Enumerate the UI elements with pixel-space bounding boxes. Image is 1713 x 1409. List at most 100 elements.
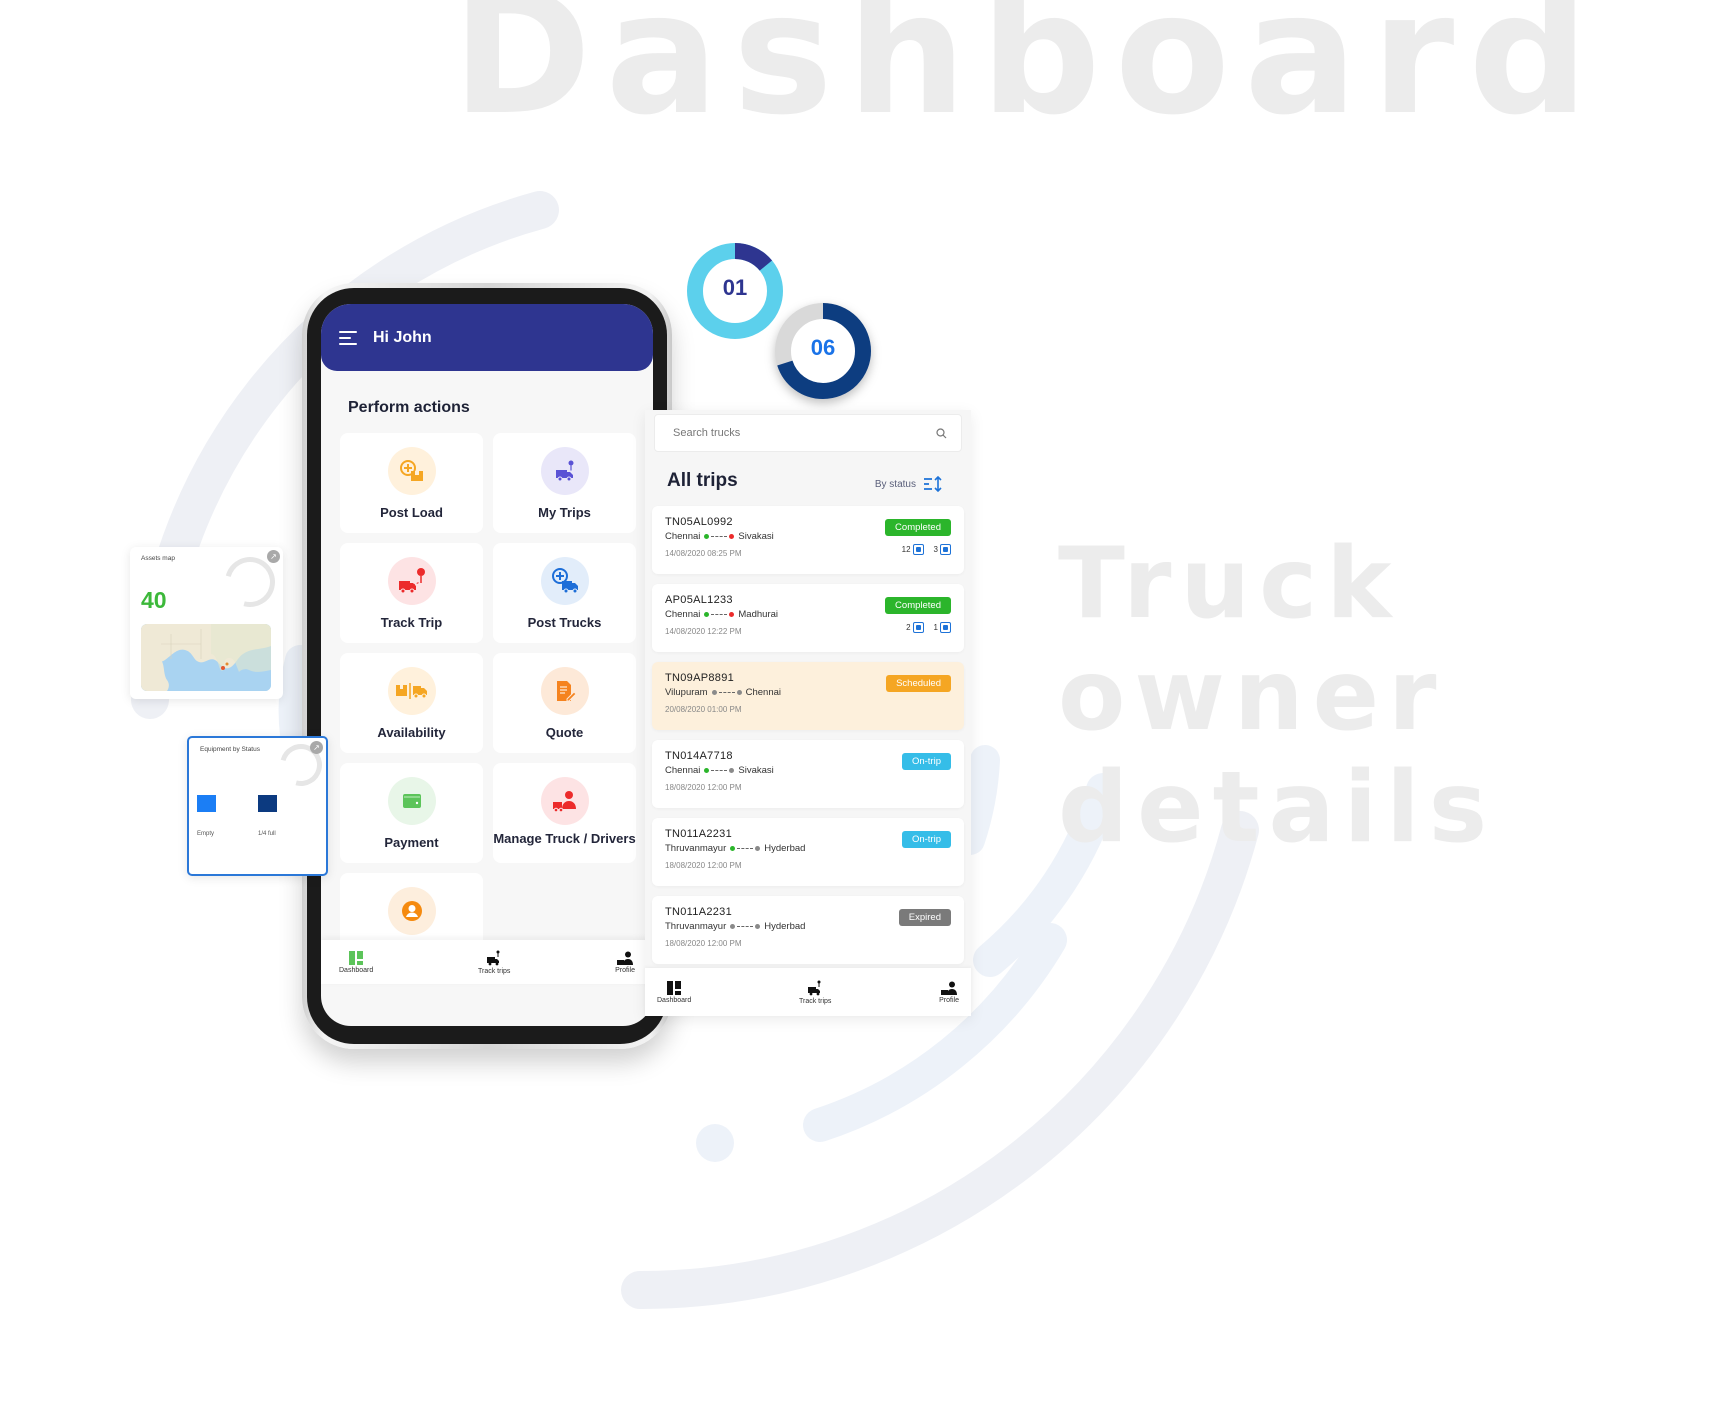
route-line <box>737 848 754 849</box>
action-label: Post Trucks <box>527 615 602 630</box>
nav-label: Dashboard <box>657 996 692 1004</box>
my-trips-icon <box>540 447 589 495</box>
trip-row[interactable]: TN011A2231 Thruvanmayur Hyderbad 18/08/2020… <box>652 818 964 886</box>
count-value: 2 <box>906 623 911 632</box>
trip-datetime: 18/08/2020 12:00 PM <box>665 861 742 870</box>
route-line <box>711 614 728 615</box>
card-title: Assets map <box>141 555 175 562</box>
status-badge: Completed <box>885 519 951 536</box>
legend-swatch-quarter-full <box>258 795 277 812</box>
background-subtitle: Truck owner details <box>1058 527 1497 865</box>
trip-row[interactable]: TN05AL0992 Chennai Sivakasi 14/08/2020 08:2… <box>652 506 964 574</box>
payment-icon <box>387 777 436 825</box>
nav-label: Dashboard <box>339 966 374 974</box>
profile-icon <box>387 887 436 935</box>
action-label: Availability <box>377 725 446 740</box>
nav-label: Track trips <box>477 967 511 975</box>
action-payment[interactable]: Payment <box>340 763 483 863</box>
route-to: Chennai <box>745 687 781 698</box>
donut-chart-01: 01 <box>685 241 785 341</box>
dashboard-icon <box>349 950 364 965</box>
decor-arc-small-right <box>955 745 1000 855</box>
route-to: Hyderbad <box>764 843 806 854</box>
quote-icon <box>540 667 589 715</box>
status-badge: On-trip <box>901 831 951 848</box>
action-post-load[interactable]: Post Load <box>340 433 483 533</box>
route-to: Hyderbad <box>764 921 806 932</box>
nav-label: Track trips <box>798 997 832 1005</box>
legend-label: 1/4 full <box>258 831 276 837</box>
route-to: Sivakasi <box>738 531 774 542</box>
trip-row[interactable]: TN011A2231 Thruvanmayur Hyderbad 18/08/2020… <box>652 896 964 964</box>
section-title: Perform actions <box>348 399 470 416</box>
route-from: Thruvanmayur <box>665 843 727 854</box>
action-my-trips[interactable]: My Trips <box>493 433 636 533</box>
trip-row[interactable]: TN014A7718 Chennai Sivakasi 18/08/2020 12:0… <box>652 740 964 808</box>
action-label: Manage Truck / Drivers <box>493 831 636 846</box>
sort-label: By status <box>874 478 916 490</box>
nav-label: Profile <box>615 966 635 974</box>
download-box-icon <box>940 544 951 555</box>
sort-by-status[interactable]: By status <box>875 476 943 492</box>
search-icon[interactable] <box>936 427 947 439</box>
equipment-status-card[interactable]: Equipment by Status ↗ Empty 1/4 full <box>187 736 330 876</box>
download-box-icon <box>912 622 924 633</box>
route-line <box>711 536 728 537</box>
world-map-thumbnail[interactable] <box>141 624 271 691</box>
hamburger-menu-icon[interactable] <box>339 330 357 345</box>
trips-panel: All trips By status TN05AL0992ChennaiSiv… <box>645 410 971 1016</box>
dashboard-icon <box>667 980 682 995</box>
search-input[interactable] <box>673 427 913 439</box>
manage-truck-drivers-icon <box>540 777 589 825</box>
action-post-trucks[interactable]: Post Trucks <box>493 543 636 643</box>
route-from: Thruvanmayur <box>665 921 727 932</box>
origin-dot-icon <box>730 924 736 929</box>
action-quote[interactable]: Quote <box>493 653 636 753</box>
nav-dashboard[interactable]: Dashboard <box>339 950 374 974</box>
profile-nav-icon <box>617 951 634 965</box>
trip-counts: 12 3 <box>902 544 951 555</box>
nav-profile[interactable]: Profile <box>939 981 959 1004</box>
action-availability[interactable]: Availability <box>340 653 483 753</box>
route-line <box>711 770 728 771</box>
origin-dot-icon <box>704 534 710 539</box>
app-header: Hi John <box>321 304 653 371</box>
trips-title: All trips <box>667 470 738 491</box>
trip-datetime: 18/08/2020 12:00 PM <box>665 783 742 792</box>
legend-label: Empty <box>197 831 215 837</box>
count-value: 1 <box>933 623 938 632</box>
route-to: Sivakasi <box>738 765 774 776</box>
status-badge: Completed <box>885 597 951 614</box>
count-value: 12 <box>901 545 911 554</box>
phone-mockup: Hi John Perform actions Post Load My Tri… <box>302 283 672 1049</box>
download-box-icon <box>912 544 924 555</box>
destination-dot-icon <box>736 690 742 695</box>
trip-datetime: 18/08/2020 12:00 PM <box>665 939 742 948</box>
nav-dashboard[interactable]: Dashboard <box>657 980 692 1004</box>
status-badge: Scheduled <box>886 675 951 692</box>
nav-track-trips[interactable]: Track trips <box>799 980 831 1005</box>
map-image <box>141 624 271 691</box>
expand-icon[interactable]: ↗ <box>310 741 323 754</box>
nav-track-trips[interactable]: Track trips <box>478 950 510 975</box>
expand-icon[interactable]: ↗ <box>267 550 280 563</box>
action-label: Track Trip <box>380 615 443 630</box>
assets-map-card[interactable]: Assets map ↗ 40 <box>130 547 285 699</box>
phone-bottom-nav: Dashboard Track trips Profile <box>321 940 653 984</box>
route-line <box>737 926 754 927</box>
trip-row[interactable]: TN09AP8891 Vilupuram Chennai 20/08/2020 01:… <box>652 662 964 730</box>
availability-icon <box>387 667 436 715</box>
origin-dot-icon <box>704 768 710 773</box>
actions-grid: Post Load My Trips Track Trip Post Truck… <box>340 433 640 973</box>
origin-dot-icon <box>711 690 717 695</box>
trip-row[interactable]: AP05AL1233 Chennai Madhurai 14/08/2020 12:2… <box>652 584 964 652</box>
trips-bottom-nav: Dashboard Track trips Profile <box>645 968 971 1016</box>
action-label: Post Load <box>380 505 443 520</box>
action-track-trip[interactable]: Track Trip <box>340 543 483 643</box>
action-manage-truck-drivers[interactable]: Manage Truck / Drivers <box>493 763 636 863</box>
route-from: Chennai <box>665 609 701 620</box>
profile-nav-icon <box>941 981 958 995</box>
destination-dot-icon <box>755 846 761 851</box>
nav-profile[interactable]: Profile <box>615 951 635 974</box>
search-box[interactable] <box>654 414 962 452</box>
